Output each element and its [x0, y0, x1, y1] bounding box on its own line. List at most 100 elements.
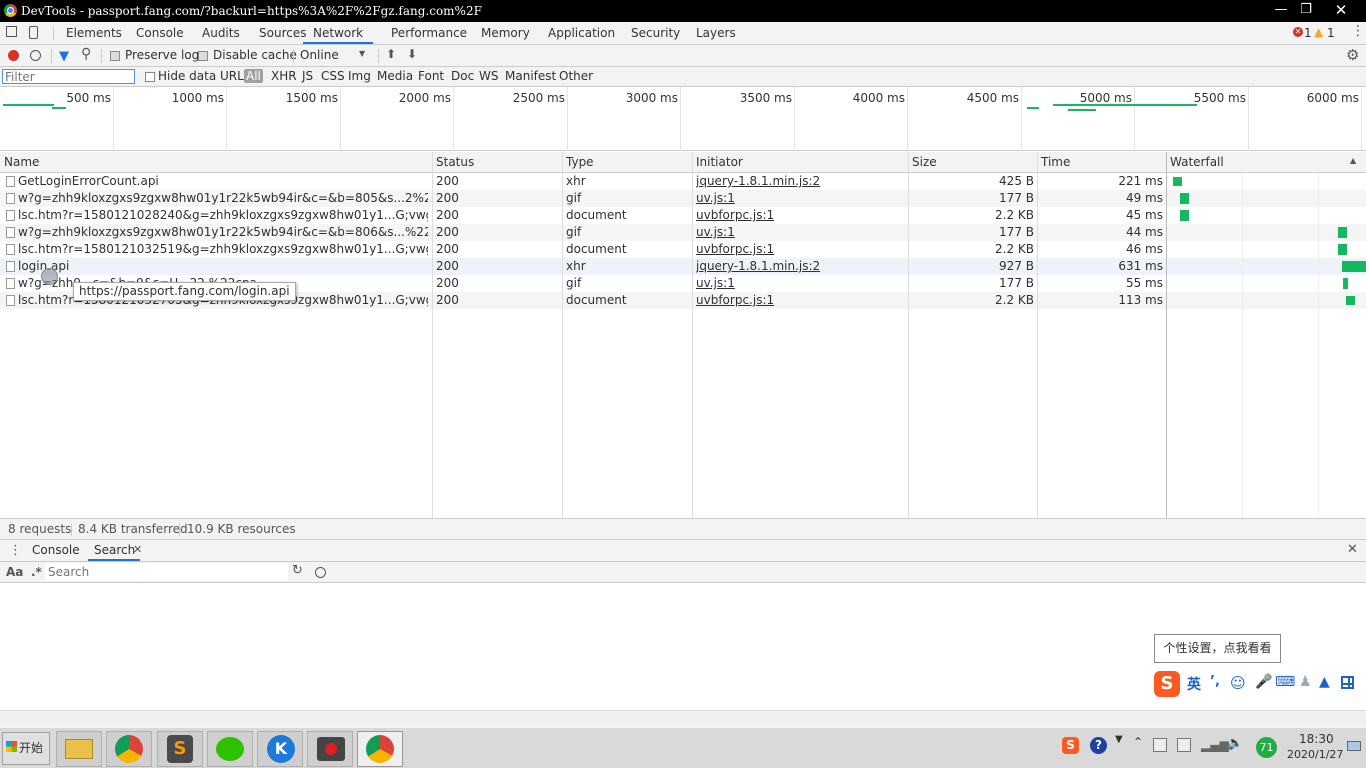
column-waterfall[interactable]: Waterfall — [1170, 152, 1224, 172]
tab-audits[interactable]: Audits — [202, 22, 240, 44]
emoji-icon[interactable]: ☺ — [1230, 674, 1246, 692]
chevron-down-icon[interactable]: ▼ — [359, 49, 365, 58]
cell-initiator[interactable]: uv.js:1 — [696, 275, 901, 292]
volume-icon[interactable]: 🔈 — [1227, 736, 1243, 751]
cell-initiator[interactable]: uv.js:1 — [696, 224, 901, 241]
search-input[interactable] — [45, 563, 288, 581]
tab-network[interactable]: Network — [303, 22, 374, 44]
sogou-tray-icon[interactable]: S — [1062, 737, 1079, 754]
device-toggle-icon[interactable] — [29, 26, 38, 39]
type-filter-other[interactable]: Other — [559, 69, 593, 83]
warning-icon[interactable]: ▲ — [1314, 25, 1323, 39]
cell-name[interactable]: login.api — [18, 258, 428, 275]
type-filter-xhr[interactable]: XHR — [271, 69, 297, 83]
preserve-log-checkbox[interactable] — [110, 51, 120, 61]
taskbar-recorder[interactable] — [307, 731, 353, 767]
waterfall-bar[interactable] — [1180, 210, 1189, 221]
table-row[interactable]: w?g=zhh9kloxzgxs9zgxw8hw01y1r22k5wb94ir&… — [0, 224, 1366, 241]
waterfall-bar[interactable] — [1338, 244, 1347, 255]
waterfall-bar[interactable] — [1180, 193, 1189, 204]
keyboard-icon[interactable]: ⌨ — [1275, 674, 1295, 690]
more-menu-icon[interactable]: ⋮ — [1351, 23, 1365, 39]
regex-toggle[interactable]: .* — [31, 565, 42, 579]
cell-initiator[interactable]: jquery-1.8.1.min.js:2 — [696, 258, 901, 275]
column-name[interactable]: Name — [4, 152, 39, 172]
type-filter-img[interactable]: Img — [348, 69, 371, 83]
tab-application[interactable]: Application — [548, 22, 615, 44]
waterfall-bar[interactable] — [1346, 296, 1355, 305]
network-overview[interactable]: 500 ms 1000 ms 1500 ms 2000 ms 2500 ms 3… — [0, 87, 1366, 151]
waterfall-bar[interactable] — [1338, 227, 1347, 238]
tray-chevron-icon[interactable]: ▼ — [1115, 734, 1123, 745]
network-signal-icon[interactable]: ▂▄▆ — [1201, 738, 1229, 752]
column-status[interactable]: Status — [436, 152, 474, 172]
device-tray-icon[interactable] — [1177, 738, 1191, 752]
tab-layers[interactable]: Layers — [696, 22, 736, 44]
ime-lang-toggle[interactable]: 英 — [1187, 674, 1201, 694]
disable-cache-checkbox[interactable] — [198, 51, 208, 61]
cell-initiator[interactable]: uvbforpc.js:1 — [696, 241, 901, 258]
match-case-toggle[interactable]: Aa — [6, 565, 23, 579]
cell-initiator[interactable]: jquery-1.8.1.min.js:2 — [696, 173, 901, 190]
type-filter-font[interactable]: Font — [418, 69, 444, 83]
clock-date[interactable]: 2020/1/27 — [1287, 748, 1343, 761]
show-desktop-icon[interactable] — [1347, 741, 1361, 751]
cell-initiator[interactable]: uvbforpc.js:1 — [696, 207, 901, 224]
ime-tooltip[interactable]: 个性设置，点我看看 — [1154, 634, 1281, 663]
type-filter-all[interactable]: All — [244, 69, 263, 83]
table-row[interactable]: login.api 200 xhr jquery-1.8.1.min.js:2 927 … — [0, 258, 1366, 275]
voice-icon[interactable]: 🎤 — [1255, 674, 1272, 690]
sort-ascending-icon[interactable]: ▲ — [1350, 156, 1356, 165]
cell-name[interactable]: lsc.htm?r=1580121028240&g=zhh9kloxzgxs9z… — [18, 207, 428, 224]
refresh-icon[interactable]: ↻ — [292, 563, 303, 578]
filter-input[interactable] — [2, 69, 135, 84]
close-search-tab-icon[interactable]: ✕ — [133, 543, 142, 556]
tab-sources[interactable]: Sources — [259, 22, 306, 44]
clock-time[interactable]: 18:30 — [1299, 732, 1334, 746]
user-icon[interactable]: ♟ — [1299, 674, 1312, 690]
toolbox-icon[interactable] — [1341, 676, 1354, 689]
table-row[interactable]: lsc.htm?r=1580121032519&g=zhh9kloxzgxs9z… — [0, 241, 1366, 258]
tab-console[interactable]: Console — [136, 22, 184, 44]
show-hidden-icons[interactable]: ⌃ — [1133, 735, 1143, 749]
search-icon[interactable]: ⚲ — [81, 46, 91, 62]
cell-initiator[interactable]: uvbforpc.js:1 — [696, 292, 901, 309]
clear-icon[interactable] — [30, 50, 41, 61]
taskbar-sublime[interactable]: S — [157, 731, 203, 767]
type-filter-js[interactable]: JS — [302, 69, 313, 83]
table-row[interactable]: lsc.htm?r=1580121028240&g=zhh9kloxzgxs9z… — [0, 207, 1366, 224]
network-speed-badge[interactable]: 71 — [1256, 737, 1277, 758]
column-size[interactable]: Size — [912, 152, 937, 172]
drawer-tab-console[interactable]: Console — [32, 543, 80, 557]
tab-performance[interactable]: Performance — [391, 22, 467, 44]
throttle-select[interactable]: Online — [300, 48, 339, 62]
taskbar-chrome-active[interactable] — [357, 731, 403, 767]
cell-name[interactable]: lsc.htm?r=1580121032519&g=zhh9kloxzgxs9z… — [18, 241, 428, 258]
close-drawer-icon[interactable]: ✕ — [1347, 542, 1358, 557]
table-row[interactable]: w?g=zhh9kloxzgxs9zgxw8hw01y1r22k5wb94ir&… — [0, 190, 1366, 207]
taskbar-wechat[interactable] — [207, 731, 253, 767]
record-icon[interactable] — [8, 50, 19, 61]
waterfall-bar[interactable] — [1342, 261, 1366, 272]
type-filter-media[interactable]: Media — [377, 69, 413, 83]
minimize-button[interactable]: — — [1268, 0, 1294, 22]
cell-name[interactable]: w?g=zhh9kloxzgxs9zgxw8hw01y1r22k5wb94ir&… — [18, 224, 428, 241]
clear-search-icon[interactable] — [315, 567, 326, 578]
error-icon[interactable]: ✕ — [1293, 27, 1303, 37]
tab-memory[interactable]: Memory — [481, 22, 530, 44]
settings-gear-icon[interactable]: ⚙ — [1346, 46, 1359, 64]
usb-tray-icon[interactable] — [1153, 738, 1167, 752]
type-filter-css[interactable]: CSS — [321, 69, 345, 83]
column-time[interactable]: Time — [1041, 152, 1070, 172]
cell-name[interactable]: GetLoginErrorCount.api — [18, 173, 428, 190]
taskbar-chrome[interactable] — [106, 731, 152, 767]
warning-count[interactable]: 1 — [1327, 26, 1335, 40]
inspect-element-icon[interactable] — [6, 26, 17, 37]
table-row[interactable]: GetLoginErrorCount.api 200 xhr jquery-1.8.1… — [0, 173, 1366, 190]
cell-name[interactable]: w?g=zhh9kloxzgxs9zgxw8hw01y1r22k5wb94ir&… — [18, 190, 428, 207]
help-tray-icon[interactable]: ? — [1090, 737, 1107, 754]
drawer-menu-icon[interactable]: ⋮ — [9, 543, 22, 558]
tab-elements[interactable]: Elements — [66, 22, 122, 44]
skin-icon[interactable]: ▲ — [1319, 674, 1330, 690]
export-har-icon[interactable]: ⬇ — [407, 47, 417, 61]
